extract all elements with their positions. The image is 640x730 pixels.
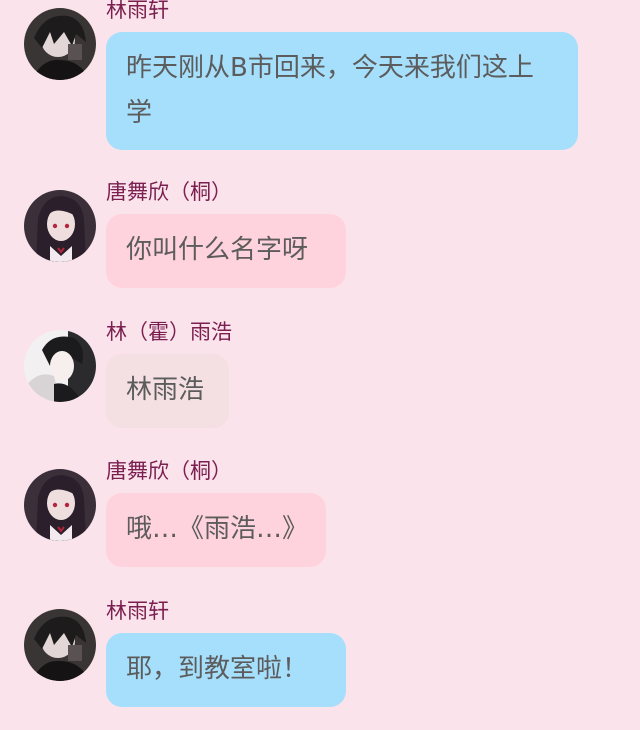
boy-dark-hair-avatar-icon	[24, 8, 96, 80]
sender-name: 唐舞欣（桐）	[106, 180, 232, 204]
message-bubble[interactable]: 林雨浩	[106, 354, 229, 428]
avatar[interactable]	[24, 190, 96, 262]
sender-name: 林雨轩	[106, 0, 169, 22]
boy-dark-hair-avatar-icon	[24, 609, 96, 681]
avatar[interactable]	[24, 330, 96, 402]
sender-name: 唐舞欣（桐）	[106, 459, 232, 483]
chat-thread: 林雨轩 昨天刚从B市回来，今天来我们这上学 唐舞欣（桐） 你叫什么名字呀 林（霍…	[0, 0, 640, 730]
message-bubble[interactable]: 昨天刚从B市回来，今天来我们这上学	[106, 32, 578, 150]
sender-name: 林雨轩	[106, 599, 169, 623]
avatar[interactable]	[24, 8, 96, 80]
avatar[interactable]	[24, 609, 96, 681]
sender-name: 林（霍）雨浩	[106, 320, 232, 344]
boy-light-avatar-icon	[24, 330, 96, 402]
girl-long-hair-avatar-icon	[24, 190, 96, 262]
message-bubble[interactable]: 耶，到教室啦！	[106, 633, 346, 707]
message-bubble[interactable]: 哦…《雨浩…》	[106, 493, 326, 567]
girl-long-hair-avatar-icon	[24, 469, 96, 541]
avatar[interactable]	[24, 469, 96, 541]
message-bubble[interactable]: 你叫什么名字呀	[106, 214, 346, 288]
